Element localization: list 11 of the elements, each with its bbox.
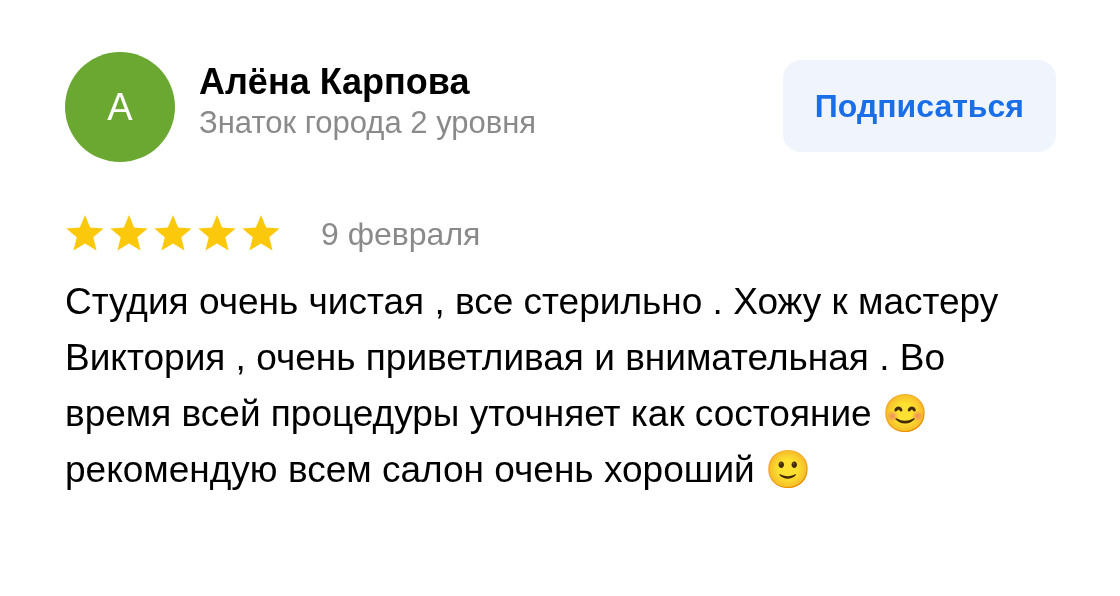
author-level: Знаток города 2 уровня bbox=[199, 104, 538, 143]
avatar: А bbox=[65, 52, 175, 162]
subscribe-button[interactable]: Подписаться bbox=[782, 60, 1056, 152]
star-icon bbox=[197, 215, 237, 253]
star-icon bbox=[241, 215, 281, 253]
author-name: Алёна Карпова bbox=[199, 60, 471, 104]
star-icon bbox=[109, 215, 149, 253]
review-date: 9 февраля bbox=[321, 215, 481, 254]
star-icon bbox=[65, 215, 105, 253]
star-icon bbox=[153, 215, 193, 253]
review-text: Студия очень чистая , все стерильно . Хожу к мастеру Виктория , очень приветливая и внимательная . Во время всей процедуры уточняет как состояние 😊 рекомендую всем салон очень хороший 🙂 bbox=[65, 280, 1000, 492]
